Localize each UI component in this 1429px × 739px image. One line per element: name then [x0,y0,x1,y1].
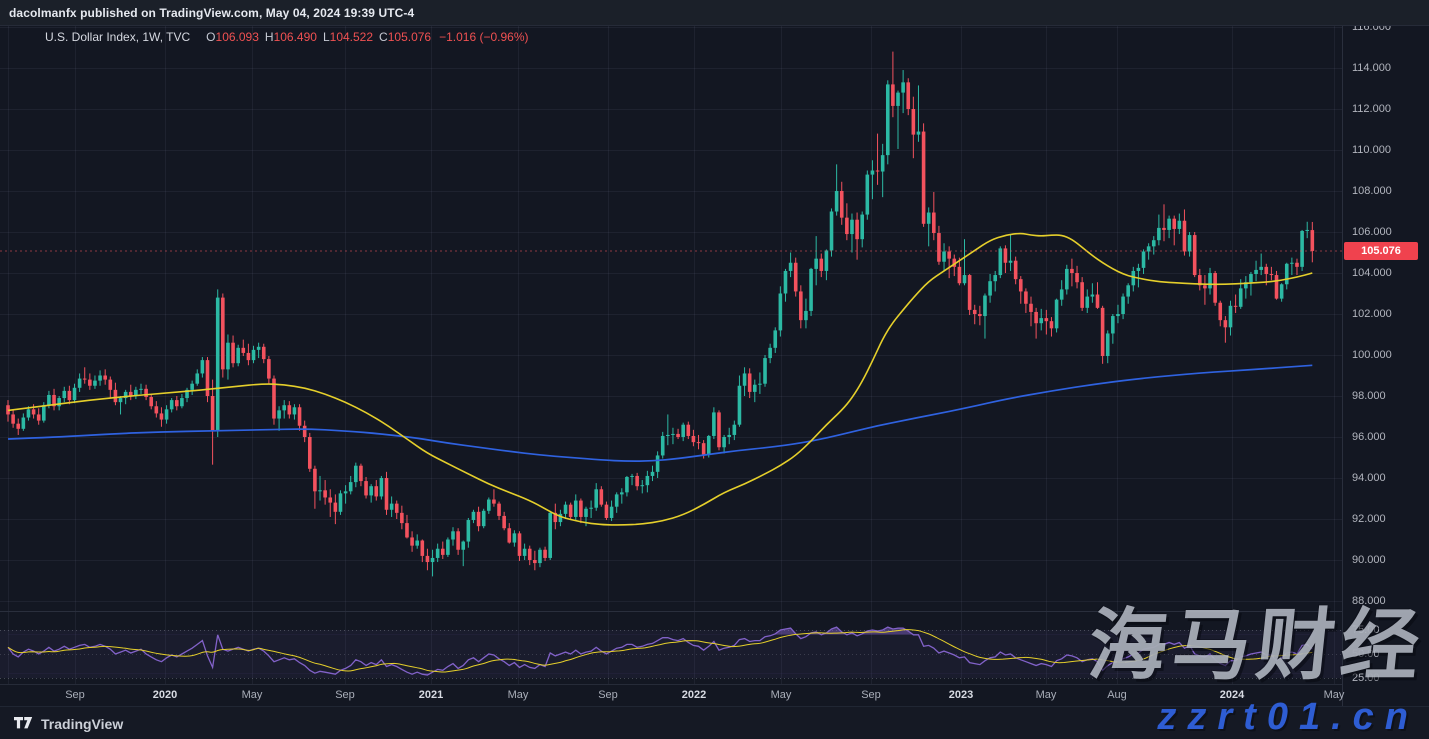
ohlc-value: 106.093 [216,30,259,44]
change-value: −1.016 (−0.96%) [439,30,528,44]
ohlc-values: O106.093 H106.490 L104.522 C105.076 [200,30,431,44]
time-label: Sep [53,689,97,701]
axis-label: 114.000 [1352,61,1391,75]
axis-label: 96.000 [1352,430,1386,444]
time-label: 2020 [143,689,187,701]
time-label: May [230,689,274,701]
price-axis[interactable]: 116.000114.000112.000110.000108.000106.0… [1342,25,1429,684]
publish-info-bar: dacolmanfx published on TradingView.com,… [0,0,1429,26]
symbol-title[interactable]: U.S. Dollar Index, 1W, TVC [45,30,190,44]
ohlc-key: H [265,30,274,44]
tradingview-logo-icon[interactable] [14,717,33,731]
time-label: Aug [1095,689,1139,701]
time-label: May [496,689,540,701]
time-label: May [1024,689,1068,701]
axis-label: 98.000 [1352,389,1386,403]
ohlc-key: O [206,30,215,44]
ohlc-key: C [379,30,388,44]
publish-info-text: dacolmanfx published on TradingView.com,… [0,6,414,20]
ohlc-value: 105.076 [388,30,431,44]
time-label: Sep [849,689,893,701]
time-label: Sep [323,689,367,701]
axis-label: 110.000 [1352,143,1391,157]
axis-label: 106.000 [1352,225,1392,239]
time-label: 2022 [672,689,716,701]
symbol-legend[interactable]: U.S. Dollar Index, 1W, TVC O106.093 H106.4… [45,30,529,44]
tradingview-brand-text[interactable]: TradingView [41,716,123,732]
watermark-url: zzrt01.cn [1157,698,1419,736]
time-label: Sep [586,689,630,701]
published-chart-page: dacolmanfx published on TradingView.com,… [0,0,1429,739]
time-label: May [759,689,803,701]
axis-label: 100.000 [1352,348,1392,362]
time-label: 2023 [939,689,983,701]
axis-label: 108.000 [1352,184,1392,198]
watermark-cn: 海马财经 [1085,606,1429,684]
axis-label: 90.000 [1352,553,1386,567]
ohlc-value: 104.522 [330,30,373,44]
ohlc-key: L [323,30,330,44]
axis-label: 92.000 [1352,512,1386,526]
axis-label: 112.000 [1352,102,1391,116]
ohlc-value: 106.490 [274,30,317,44]
time-label: 2021 [409,689,453,701]
axis-label: 94.000 [1352,471,1386,485]
last-price-tag: 105.076 [1344,242,1418,260]
axis-label: 102.000 [1352,307,1392,321]
axis-label: 104.000 [1352,266,1392,280]
